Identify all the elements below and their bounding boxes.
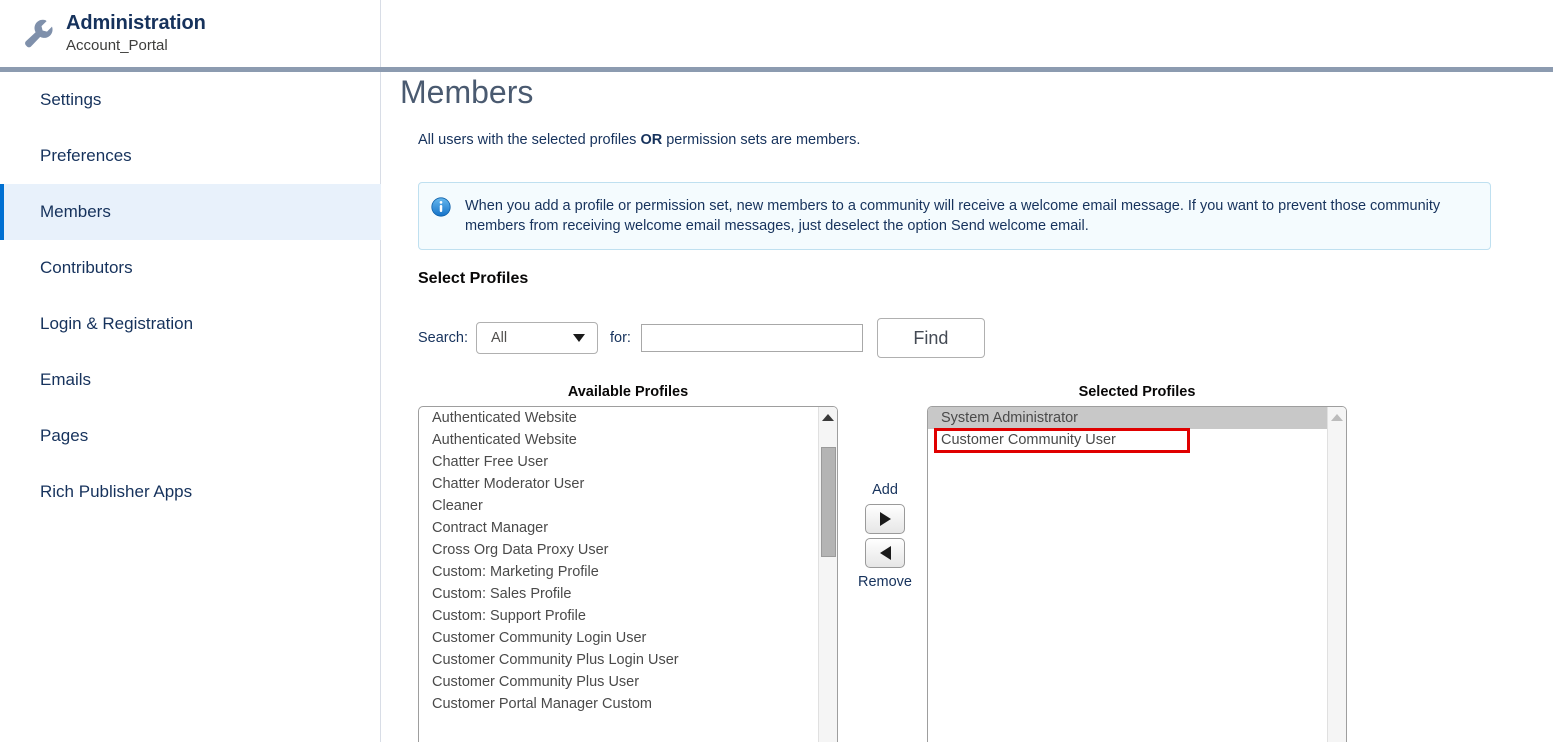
info-banner-text: When you add a profile or permission set… bbox=[465, 198, 1441, 234]
sidebar-item-label: Preferences bbox=[40, 146, 132, 165]
transfer-controls: Add Remove bbox=[845, 480, 925, 592]
sidebar-item-label: Settings bbox=[40, 90, 102, 109]
app-subtitle: Account_Portal bbox=[66, 37, 168, 54]
add-label: Add bbox=[872, 482, 898, 498]
available-profiles-title: Available Profiles bbox=[567, 384, 689, 400]
sidebar-item-members[interactable]: Members bbox=[0, 184, 381, 240]
available-profile-option[interactable]: Customer Community Login User bbox=[419, 627, 818, 649]
available-profile-option[interactable]: Customer Community Plus User bbox=[419, 671, 818, 693]
add-button[interactable] bbox=[865, 504, 905, 534]
sidebar-item-label: Pages bbox=[40, 426, 89, 445]
profile-search-row: Search: All for: Find bbox=[418, 318, 985, 358]
page-description-prefix: All users with the selected profiles bbox=[418, 132, 641, 148]
triangle-left-icon bbox=[879, 546, 891, 560]
page-title: Members bbox=[400, 74, 534, 110]
available-profile-option[interactable]: Custom: Marketing Profile bbox=[419, 561, 818, 583]
page-description-emphasis: OR bbox=[640, 132, 663, 148]
page-description-suffix: permission sets are members. bbox=[662, 132, 861, 148]
sidebar-item-settings[interactable]: Settings bbox=[0, 72, 381, 128]
triangle-right-icon bbox=[879, 512, 891, 526]
selected-profiles-listbox[interactable]: System Administrator Customer Community U… bbox=[927, 406, 1347, 742]
sidebar-nav: Settings Preferences Members Contributor… bbox=[0, 72, 381, 520]
available-profiles-listbox[interactable]: Analytics Cloud Security UserAuthenticat… bbox=[418, 406, 838, 742]
search-label: Search: bbox=[418, 330, 468, 346]
administration-page: Administration Account_Portal Settings P… bbox=[0, 0, 1553, 742]
available-profile-option[interactable]: Chatter Moderator User bbox=[419, 473, 818, 495]
sidebar-item-pages[interactable]: Pages bbox=[0, 408, 381, 464]
sidebar: Administration Account_Portal Settings P… bbox=[0, 0, 381, 742]
find-button[interactable]: Find bbox=[876, 318, 985, 358]
sidebar-item-contributors[interactable]: Contributors bbox=[0, 240, 381, 296]
available-profile-option[interactable]: Custom: Sales Profile bbox=[419, 583, 818, 605]
header-divider bbox=[0, 67, 1553, 72]
page-description: All users with the selected profiles OR … bbox=[418, 130, 860, 150]
selected-profiles-scrollbar[interactable] bbox=[1327, 407, 1346, 742]
available-profile-option[interactable]: Customer Portal Manager Custom bbox=[419, 693, 818, 715]
sidebar-item-preferences[interactable]: Preferences bbox=[0, 128, 381, 184]
available-profiles-options[interactable]: Analytics Cloud Security UserAuthenticat… bbox=[419, 407, 818, 742]
selected-profiles-title: Selected Profiles bbox=[1078, 384, 1196, 400]
sidebar-item-label: Emails bbox=[40, 370, 92, 389]
brand-header: Administration Account_Portal bbox=[0, 0, 381, 67]
selected-profile-option[interactable]: System Administrator bbox=[928, 407, 1327, 429]
remove-label: Remove bbox=[858, 574, 912, 590]
scroll-up-icon[interactable] bbox=[1328, 408, 1346, 426]
chevron-down-icon bbox=[572, 334, 585, 342]
available-profile-option[interactable]: Cross Org Data Proxy User bbox=[419, 539, 818, 561]
scrollbar-thumb[interactable] bbox=[821, 447, 836, 557]
search-scope-select[interactable]: All bbox=[475, 322, 598, 354]
selected-profile-option[interactable]: Customer Community User bbox=[928, 429, 1327, 451]
sidebar-item-rich-publisher-apps[interactable]: Rich Publisher Apps bbox=[0, 464, 381, 520]
sidebar-item-login-registration[interactable]: Login & Registration bbox=[0, 296, 381, 352]
available-profile-option[interactable]: Contract Manager bbox=[419, 517, 818, 539]
for-label: for: bbox=[609, 330, 631, 346]
sidebar-item-label: Contributors bbox=[40, 258, 133, 277]
available-profile-option[interactable]: Chatter Free User bbox=[419, 451, 818, 473]
sidebar-item-emails[interactable]: Emails bbox=[0, 352, 381, 408]
info-circle-icon bbox=[431, 197, 451, 217]
available-profile-option[interactable]: Customer Community Plus Login User bbox=[419, 649, 818, 671]
sidebar-item-label: Rich Publisher Apps bbox=[40, 482, 193, 501]
section-title-select-profiles: Select Profiles bbox=[418, 270, 529, 287]
remove-button[interactable] bbox=[865, 538, 905, 568]
available-profiles-scrollbar[interactable] bbox=[818, 407, 837, 742]
sidebar-item-label: Members bbox=[40, 202, 111, 221]
available-profile-option[interactable]: Authenticated Website bbox=[419, 429, 818, 451]
search-scope-value: All bbox=[490, 330, 508, 346]
info-banner: When you add a profile or permission set… bbox=[418, 182, 1491, 250]
available-profile-option[interactable]: Authenticated Website bbox=[419, 407, 818, 429]
scroll-up-icon[interactable] bbox=[819, 408, 837, 426]
brand-text: Administration Account_Portal bbox=[66, 11, 206, 56]
search-input[interactable] bbox=[640, 324, 863, 352]
main-content: Members All users with the selected prof… bbox=[382, 72, 1553, 742]
app-title: Administration bbox=[66, 12, 206, 34]
available-profile-option[interactable]: Cleaner bbox=[419, 495, 818, 517]
sidebar-item-label: Login & Registration bbox=[40, 314, 194, 333]
selected-profiles-options[interactable]: System Administrator Customer Community U… bbox=[928, 407, 1327, 742]
available-profile-option[interactable]: Custom: Support Profile bbox=[419, 605, 818, 627]
wrench-icon bbox=[16, 12, 60, 56]
